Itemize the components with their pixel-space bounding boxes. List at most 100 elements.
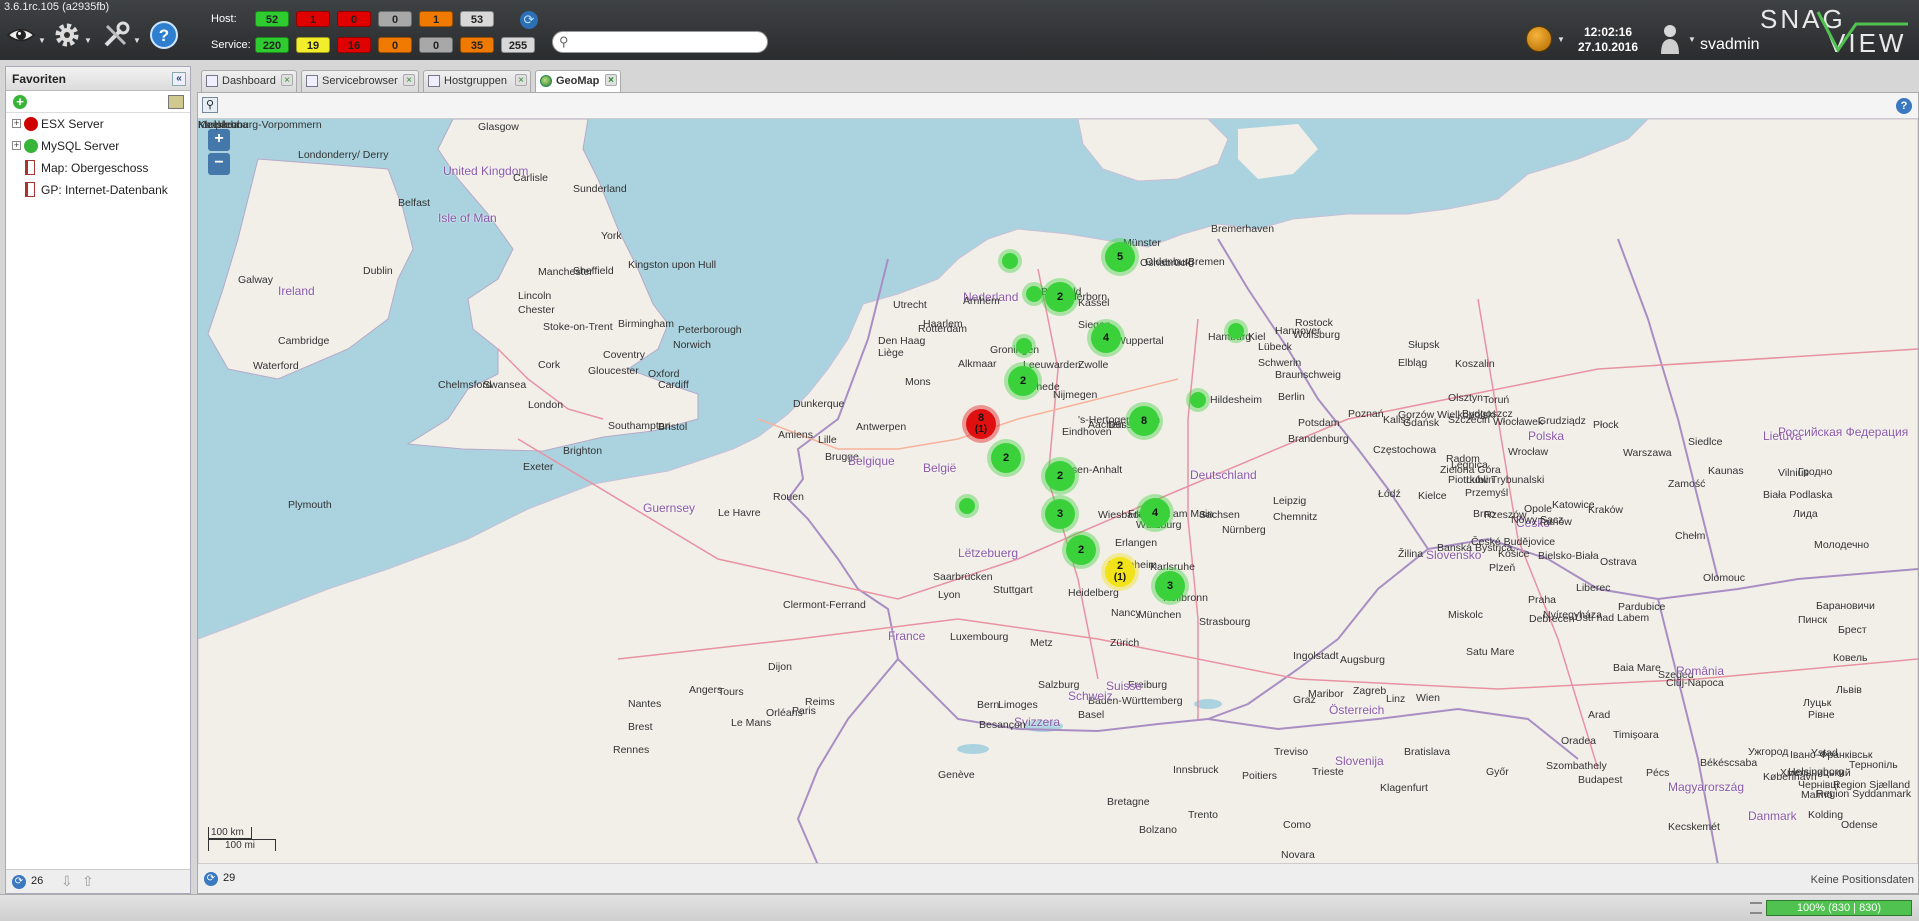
help-icon[interactable]: ? — [1896, 98, 1912, 114]
chevron-down-icon[interactable]: ▼ — [38, 36, 46, 45]
map-label: Orléans — [766, 707, 803, 719]
chevron-down-icon[interactable]: ▼ — [1688, 35, 1696, 44]
close-icon[interactable]: × — [403, 74, 415, 86]
map-cluster-marker[interactable] — [1228, 323, 1244, 339]
edit-favorites-icon[interactable] — [168, 95, 184, 109]
map-icon — [25, 160, 35, 175]
map-label: Zwolle — [1078, 359, 1109, 371]
map-cluster-marker[interactable]: 4 — [1140, 498, 1170, 528]
service-counter-0[interactable]: 220 — [255, 37, 289, 53]
map-cluster-marker[interactable]: 2 — [1045, 461, 1075, 491]
map-cluster-marker[interactable]: 2 — [1045, 282, 1075, 312]
map-cluster-marker[interactable] — [1016, 338, 1032, 354]
close-icon[interactable]: × — [605, 74, 617, 86]
username[interactable]: svadmin — [1700, 36, 1760, 54]
host-counter-5[interactable]: 53 — [460, 11, 494, 27]
host-counter-0[interactable]: 52 — [255, 11, 289, 27]
favorite-item-mysql-server[interactable]: + MySQL Server — [6, 135, 190, 157]
map-cluster-marker[interactable]: 3 — [1155, 571, 1185, 601]
arrow-down-icon[interactable]: ⇩ — [61, 873, 73, 890]
map-label: Norwich — [673, 339, 711, 351]
eye-icon[interactable] — [4, 18, 38, 52]
host-counter-2[interactable]: 0 — [337, 11, 371, 27]
service-counter-5[interactable]: 35 — [460, 37, 494, 53]
tab-label: Hostgruppen — [444, 75, 507, 87]
map-label: Bremerhaven — [1211, 223, 1275, 235]
service-counter-6[interactable]: 255 — [501, 37, 535, 53]
map-label: Ковель — [1833, 652, 1868, 664]
search-input[interactable] — [577, 35, 762, 49]
favorite-item-esx-server[interactable]: + ESX Server — [6, 113, 190, 135]
map-label: Ostrava — [1600, 556, 1637, 568]
cluster-count: 2 — [1002, 452, 1010, 464]
tab-dashboard[interactable]: Dashboard × — [201, 70, 297, 92]
host-counter-4[interactable]: 1 — [419, 11, 453, 27]
gear-icon[interactable] — [50, 18, 84, 52]
search-box[interactable]: ⚲ — [552, 31, 768, 53]
tab-geomap[interactable]: GeoMap × — [535, 70, 621, 93]
refresh-icon[interactable]: ⟳ — [12, 875, 26, 889]
search-icon: ⚲ — [559, 34, 569, 49]
map-cluster-marker[interactable] — [1190, 392, 1206, 408]
arrow-up-icon[interactable]: ⇧ — [82, 873, 94, 890]
close-icon[interactable]: × — [515, 74, 527, 86]
refresh-icon[interactable]: ⟳ — [520, 11, 538, 29]
service-counter-1[interactable]: 19 — [296, 37, 330, 53]
close-icon[interactable]: × — [281, 74, 293, 86]
map-cluster-marker[interactable]: 3 — [1045, 499, 1075, 529]
menu-icon[interactable] — [1750, 902, 1762, 914]
map-label: Wrocław — [1508, 446, 1549, 458]
map-label: Ingolstadt — [1293, 650, 1339, 662]
refresh-icon[interactable]: ⟳ — [204, 872, 218, 886]
host-counter-3[interactable]: 0 — [378, 11, 412, 27]
snagview-logo: SNAG VIEW — [1760, 4, 1908, 56]
map-cluster-marker[interactable] — [1026, 286, 1042, 302]
tools-icon[interactable] — [99, 18, 133, 52]
map-label: Potsdam — [1298, 417, 1340, 429]
map-label: Galway — [238, 274, 274, 286]
map-cluster-marker[interactable]: 2 — [1066, 535, 1096, 565]
map-cluster-marker[interactable]: 2 — [991, 443, 1021, 473]
add-favorite-icon[interactable]: + — [13, 95, 27, 109]
map-cluster-marker[interactable]: 8 (1) — [966, 409, 996, 439]
favorite-item-gp-internet-datenbank[interactable]: GP: Internet-Datenbank — [6, 179, 190, 201]
map-cluster-marker[interactable]: 2 (1) — [1105, 557, 1135, 587]
chevron-down-icon[interactable]: ▼ — [84, 36, 92, 45]
expand-icon[interactable]: + — [12, 141, 21, 150]
map-label: Baia Mare — [1613, 662, 1661, 674]
tab-servicebrowser[interactable]: Servicebrowser × — [301, 70, 419, 92]
collapse-left-icon[interactable]: « — [172, 72, 186, 86]
favorite-item-map-obergeschoss[interactable]: Map: Obergeschoss — [6, 157, 190, 179]
expand-icon[interactable]: + — [12, 119, 21, 128]
zoom-in-button[interactable]: + — [208, 129, 230, 151]
map-label: Pécs — [1646, 767, 1670, 779]
zoom-box-icon[interactable]: ⚲ — [202, 97, 218, 113]
service-counter-2[interactable]: 16 — [337, 37, 371, 53]
map-label: Birmingham — [618, 318, 675, 330]
map-label: Луцьк — [1803, 697, 1832, 709]
map-canvas[interactable]: Glasgow Londonderry/ Derry United Kingdom C… — [198, 119, 1918, 865]
chevron-down-icon[interactable]: ▼ — [1557, 35, 1565, 44]
tab-label: Dashboard — [222, 75, 276, 87]
zoom-out-button[interactable]: − — [208, 153, 230, 175]
tab-hostgruppen[interactable]: Hostgruppen × — [423, 70, 531, 92]
service-counter-4[interactable]: 0 — [419, 37, 453, 53]
map-label: Brest — [628, 721, 653, 733]
host-counter-1[interactable]: 1 — [296, 11, 330, 27]
map-cluster-marker[interactable] — [959, 498, 975, 514]
map-label: Liberec — [1576, 582, 1611, 594]
user-icon[interactable] — [1660, 24, 1680, 54]
chevron-down-icon[interactable]: ▼ — [133, 36, 141, 45]
help-icon[interactable]: ? — [147, 18, 181, 52]
map-cluster-marker[interactable]: 8 — [1129, 406, 1159, 436]
cluster-count: 3 — [1166, 580, 1174, 592]
map-cluster-marker[interactable]: 5 — [1105, 242, 1135, 272]
map-label: Odense — [1841, 819, 1878, 831]
status-orb-icon[interactable] — [1526, 26, 1552, 52]
version-label: 3.6.1rc.105 (a2935fb) — [4, 1, 110, 13]
table-icon — [306, 75, 318, 87]
service-counter-3[interactable]: 0 — [378, 37, 412, 53]
map-cluster-marker[interactable] — [1002, 253, 1018, 269]
map-cluster-marker[interactable]: 4 — [1091, 323, 1121, 353]
map-cluster-marker[interactable]: 2 — [1008, 366, 1038, 396]
